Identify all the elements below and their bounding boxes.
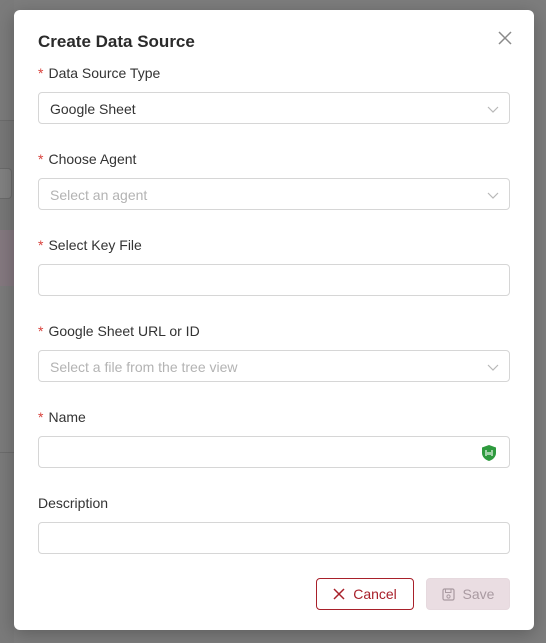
data-source-type-label: * Data Source Type bbox=[38, 65, 160, 81]
dialog-title: Create Data Source bbox=[38, 32, 195, 51]
label-text: Select Key File bbox=[48, 237, 142, 253]
description-field[interactable] bbox=[38, 522, 510, 554]
agent-label: * Choose Agent bbox=[38, 151, 136, 167]
sheet-url-label: * Google Sheet URL or ID bbox=[38, 323, 200, 339]
description-input[interactable] bbox=[39, 523, 509, 553]
label-text: Name bbox=[48, 409, 86, 425]
save-label: Save bbox=[462, 586, 495, 602]
name-field[interactable] bbox=[38, 436, 510, 468]
key-file-field[interactable] bbox=[38, 264, 510, 296]
selected-value: Google Sheet bbox=[50, 101, 136, 117]
close-icon[interactable] bbox=[496, 29, 514, 47]
description-label: Description bbox=[38, 495, 109, 511]
cancel-button[interactable]: Cancel bbox=[316, 578, 414, 610]
backdrop-divider bbox=[0, 120, 14, 121]
required-marker: * bbox=[38, 151, 44, 167]
sheet-url-select[interactable]: Select a file from the tree view bbox=[38, 350, 510, 382]
backdrop-divider bbox=[0, 452, 14, 453]
chevron-down-icon bbox=[487, 106, 499, 113]
data-source-type-select[interactable]: Google Sheet bbox=[38, 92, 510, 124]
agent-placeholder: Select an agent bbox=[50, 187, 148, 203]
required-marker: * bbox=[38, 323, 44, 339]
agent-select[interactable]: Select an agent bbox=[38, 178, 510, 210]
label-text: Choose Agent bbox=[48, 151, 137, 167]
x-icon bbox=[333, 588, 345, 600]
label-text: Data Source Type bbox=[48, 65, 161, 81]
chevron-down-icon bbox=[487, 364, 499, 371]
create-data-source-dialog: Create Data Source * Data Source Type Goo… bbox=[14, 10, 534, 630]
key-file-label: * Select Key File bbox=[38, 237, 142, 253]
chevron-down-icon bbox=[487, 192, 499, 199]
backdrop-region bbox=[0, 0, 14, 120]
name-label: * Name bbox=[38, 409, 86, 425]
required-marker: * bbox=[38, 409, 44, 425]
key-file-input[interactable] bbox=[39, 265, 509, 295]
sheet-url-placeholder: Select a file from the tree view bbox=[50, 359, 238, 375]
backdrop-region bbox=[0, 286, 14, 452]
save-button[interactable]: Save bbox=[426, 578, 510, 610]
backdrop-control bbox=[0, 168, 12, 199]
backdrop-region bbox=[0, 452, 14, 643]
required-marker: * bbox=[38, 237, 44, 253]
required-marker: * bbox=[38, 65, 44, 81]
name-input[interactable] bbox=[39, 437, 509, 467]
label-text: Google Sheet URL or ID bbox=[48, 323, 200, 339]
backdrop-region bbox=[0, 230, 14, 286]
shield-icon[interactable] bbox=[481, 444, 497, 462]
cancel-label: Cancel bbox=[353, 586, 397, 602]
save-icon bbox=[441, 587, 455, 601]
